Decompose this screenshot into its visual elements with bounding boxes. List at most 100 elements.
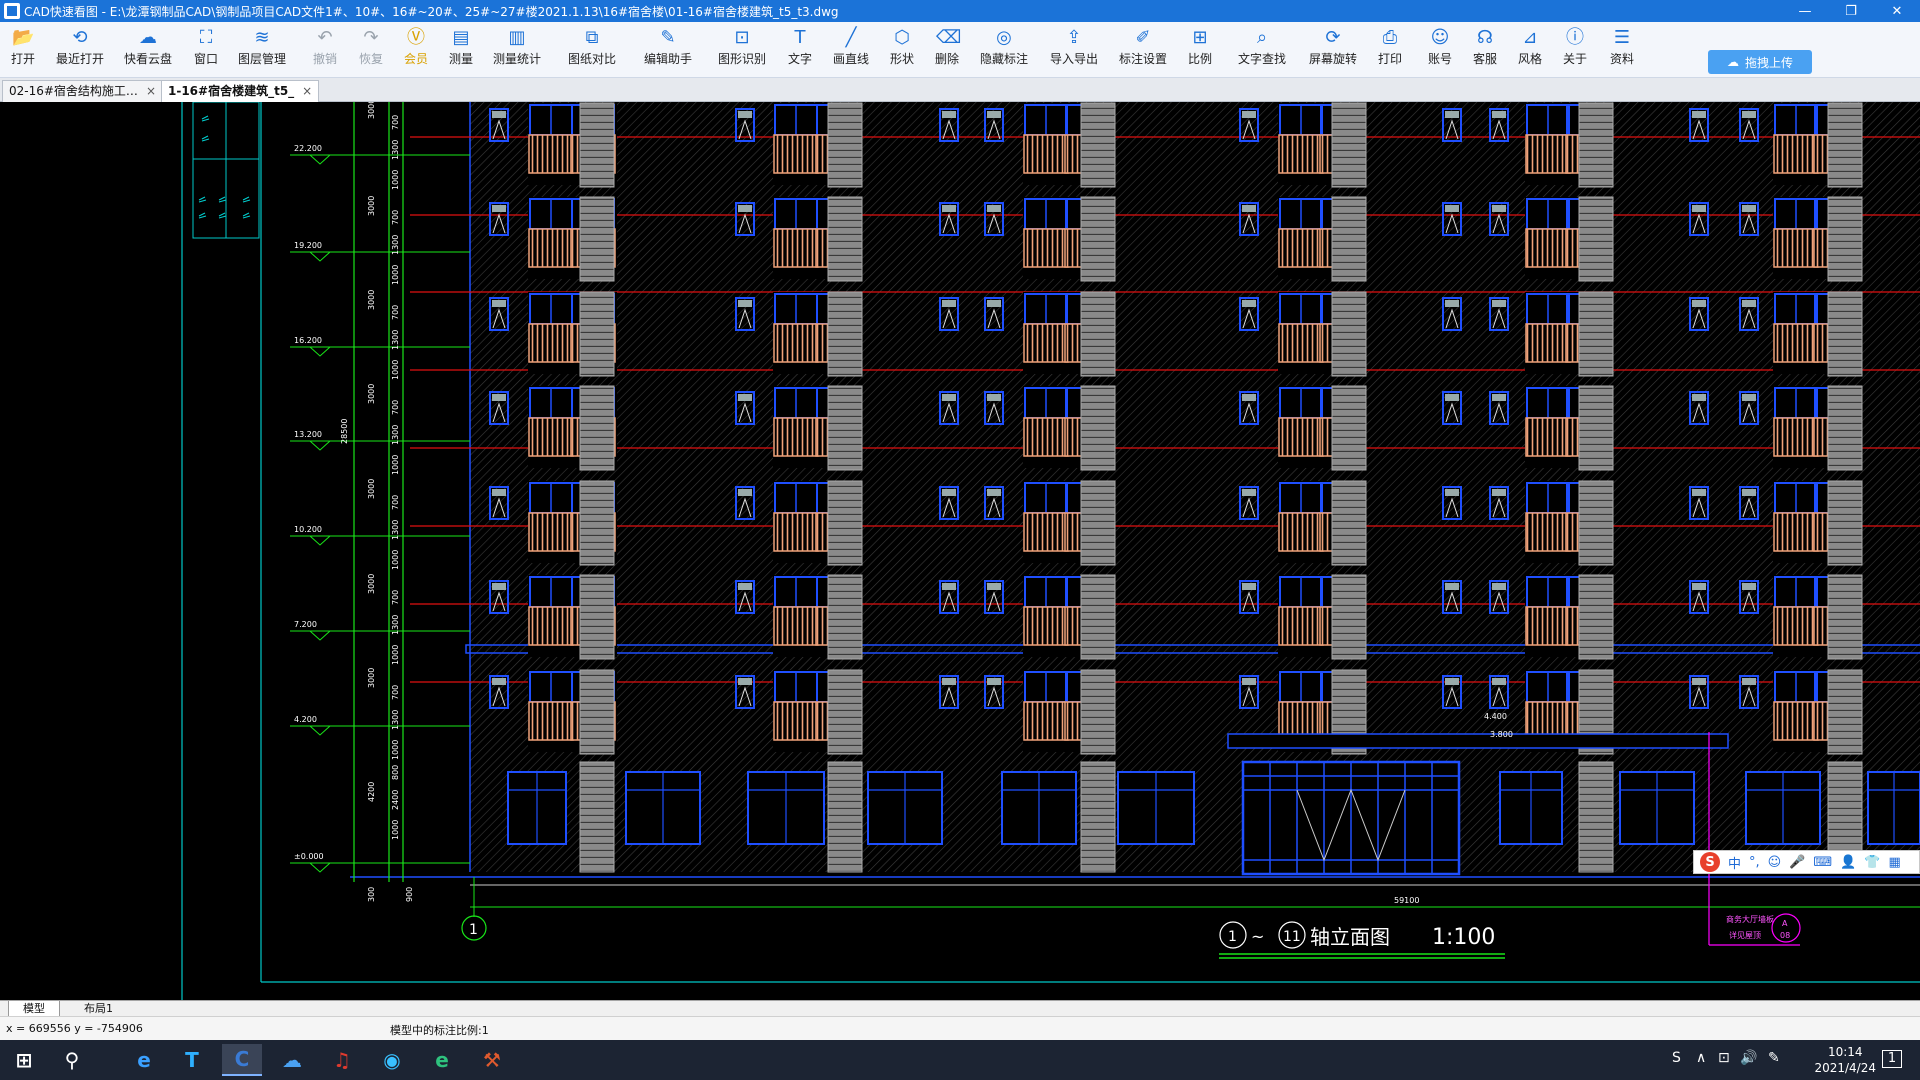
note-tag: A <box>1782 919 1788 928</box>
balcony-railing <box>1525 512 1571 552</box>
dimension-text: 700 <box>391 115 400 130</box>
toolbar-button-annotation-settings[interactable]: ✐ 标注设置 <box>1115 26 1171 74</box>
dimension-text: 2400 <box>391 790 400 810</box>
pen-icon[interactable]: ✎ <box>1768 1050 1780 1066</box>
restore-button[interactable]: ❐ <box>1828 0 1874 22</box>
edge-icon[interactable]: e <box>422 1044 462 1076</box>
balcony-railing <box>528 323 574 363</box>
stair-window <box>1578 385 1614 471</box>
small-window-vent <box>987 300 1001 307</box>
stair-window <box>1827 574 1863 660</box>
sogou-tray-icon[interactable]: S <box>1672 1050 1681 1066</box>
cad-viewer-icon[interactable]: C <box>222 1044 262 1076</box>
small-window-vent <box>1692 489 1706 496</box>
upload-label: 拖拽上传 <box>1744 55 1793 70</box>
qq-browser-icon[interactable]: ◉ <box>372 1044 412 1076</box>
toolbar-button-edit-helper[interactable]: ✎ 编辑助手 <box>640 26 696 74</box>
drawing-title: 轴立面图 <box>1310 925 1390 949</box>
balcony-railing <box>1525 228 1571 268</box>
small-window-vent <box>1692 394 1706 401</box>
ime-emoji-icon[interactable]: ☺ <box>1768 855 1782 870</box>
tab-structure-drawing[interactable]: 02-16#宿舍结构施工… × <box>2 80 163 102</box>
ime-mode[interactable]: 中 <box>1728 853 1741 872</box>
dimension-text: 3000 <box>367 196 376 216</box>
small-window-vent <box>1692 205 1706 212</box>
stair-window <box>579 574 615 660</box>
toolbar-button-text[interactable]: T 文字 <box>772 26 828 74</box>
elevation-label: 7.200 <box>294 620 317 629</box>
toolbar-button-text-search[interactable]: ⌕ 文字查找 <box>1234 26 1290 74</box>
elevation-marker <box>309 440 331 451</box>
ime-skin-icon[interactable]: 👕 <box>1864 855 1880 870</box>
tab-model[interactable]: 模型 <box>8 1001 60 1017</box>
recent-icon: ⟲ <box>72 27 88 48</box>
toolbar-button-open-folder[interactable]: 📂 打开 <box>0 26 51 74</box>
toolbar-button-layers[interactable]: ≋ 图层管理 <box>234 26 290 74</box>
toolbar-button-eraser[interactable]: ⌫ 删除 <box>919 26 975 74</box>
windows-start-icon[interactable]: ⊞ <box>4 1044 44 1076</box>
legend-symbol <box>242 196 251 203</box>
tray-chevron-icon[interactable]: ∧ <box>1696 1050 1706 1066</box>
toolbar-button-print[interactable]: ⎙ 打印 <box>1362 26 1418 74</box>
network-icon[interactable]: ⊡ <box>1718 1050 1730 1066</box>
small-window-vent <box>1492 111 1506 118</box>
toolbar-button-docs[interactable]: ☰ 资料 <box>1594 26 1650 74</box>
ime-punct[interactable]: °, <box>1749 855 1760 870</box>
ime-toolbar[interactable]: S 中 °, ☺ 🎤 ⌨ 👤 👕 ▦ <box>1693 850 1920 874</box>
tab-close-icon[interactable]: × <box>302 84 312 98</box>
toolbar-button-compare[interactable]: ⧉ 图纸对比 <box>564 26 620 74</box>
small-window-vent <box>492 300 506 307</box>
toolbar-button-cloud[interactable]: ☁ 快看云盘 <box>120 26 176 74</box>
toolbar-button-line[interactable]: ╱ 画直线 <box>823 26 879 74</box>
toolbar-button-hide-annotation[interactable]: ◎ 隐藏标注 <box>976 26 1032 74</box>
measure-icon: ▤ <box>452 27 470 48</box>
system-clock[interactable]: 10:14 2021/4/24 <box>1814 1044 1876 1076</box>
toolbar-button-measure[interactable]: ▤ 测量 <box>433 26 489 74</box>
tab-architecture-drawing[interactable]: 1-16#宿舍楼建筑_t5_ × <box>161 80 320 102</box>
edit-helper-icon: ✎ <box>660 27 676 48</box>
small-window-vent <box>738 300 752 307</box>
legend-symbol <box>218 196 227 203</box>
toolbar-button-scale[interactable]: ⊞ 比例 <box>1172 26 1228 74</box>
drawing-scale: 1:100 <box>1432 925 1495 950</box>
stair-window <box>1331 574 1367 660</box>
toolbar-button-recent[interactable]: ⟲ 最近打开 <box>52 26 108 74</box>
dimension-text: 700 <box>391 305 400 320</box>
account-icon: ☺ <box>1430 27 1450 48</box>
entrance-level-label: 3.800 <box>1490 730 1513 739</box>
tab-close-icon[interactable]: × <box>146 84 156 98</box>
toolbar-button-shape-recognize[interactable]: ⊡ 图形识别 <box>714 26 770 74</box>
ime-menu-icon[interactable]: ▦ <box>1889 855 1901 870</box>
stair-window <box>1827 291 1863 377</box>
ime-user-icon[interactable]: 👤 <box>1840 855 1856 870</box>
tab-layout1[interactable]: 布局1 <box>70 1001 127 1017</box>
legend-symbol <box>198 196 207 203</box>
toolbar-button-label: 图纸对比 <box>567 52 616 66</box>
baidu-netdisk-icon[interactable]: ☁ <box>272 1044 312 1076</box>
stair-window <box>1331 385 1367 471</box>
cad-drawing[interactable]: 22.200 19.200 16.200 13.200 10.200 7.200 4.200… <box>0 102 1920 1000</box>
toolbar-button-import-export[interactable]: ⇪ 导入导出 <box>1046 26 1102 74</box>
stair-window <box>579 291 615 377</box>
volume-icon[interactable]: 🔊 <box>1740 1050 1757 1066</box>
toolbar-button-measure-stats[interactable]: ▥ 测量统计 <box>489 26 545 74</box>
toolbar-button-rotate-screen[interactable]: ⟳ 屏幕旋转 <box>1305 26 1361 74</box>
netease-music-icon[interactable]: ♫ <box>322 1044 362 1076</box>
support-icon: ☊ <box>1477 27 1493 48</box>
small-window-vent <box>738 111 752 118</box>
search-icon[interactable]: ⚲ <box>52 1044 92 1076</box>
close-button[interactable]: ✕ <box>1874 0 1920 22</box>
toolbar-button-window[interactable]: ⛶ 窗口 <box>178 26 234 74</box>
drawing-canvas[interactable]: 22.200 19.200 16.200 13.200 10.200 7.200 4.200… <box>0 102 1920 1000</box>
elevation-marker <box>309 154 331 165</box>
notification-center-icon[interactable]: 1 <box>1882 1050 1902 1068</box>
stair-window <box>827 291 863 377</box>
t-app-icon[interactable]: T <box>172 1044 212 1076</box>
ime-voice-icon[interactable]: 🎤 <box>1789 855 1805 870</box>
ie-icon[interactable]: e <box>124 1044 164 1076</box>
minimize-button[interactable]: — <box>1782 0 1828 22</box>
upload-button[interactable]: ☁ 拖拽上传 <box>1708 50 1812 74</box>
ime-keyboard-icon[interactable]: ⌨ <box>1813 855 1832 870</box>
toolbar-button-label: 测量统计 <box>492 52 541 66</box>
tool-app-icon[interactable]: ⚒ <box>472 1044 512 1076</box>
